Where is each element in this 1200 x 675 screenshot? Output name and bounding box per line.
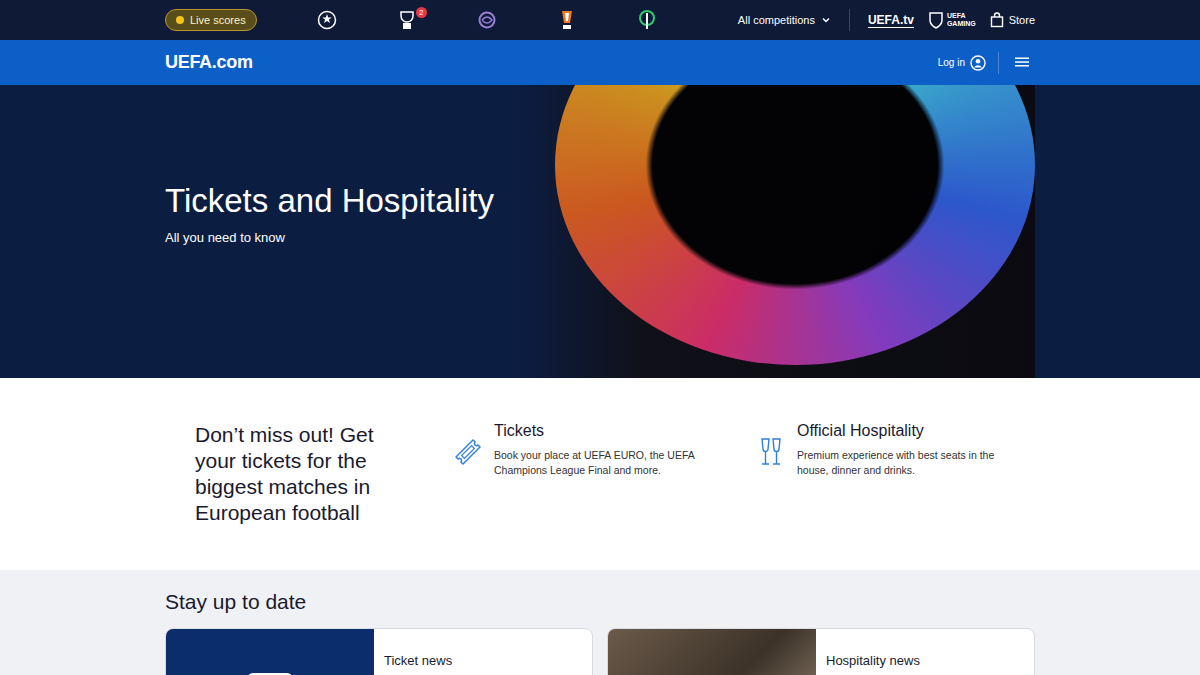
- live-dot-icon: [176, 16, 184, 24]
- promo-heading: Don’t miss out! Get your tickets for the…: [195, 422, 395, 526]
- shopping-bag-icon: [990, 12, 1004, 28]
- news-title: Stay up to date: [165, 590, 1035, 614]
- hamburger-icon: [1015, 56, 1029, 68]
- top-links: All competitions UEFA.tv UEFAGAMING Stor…: [738, 9, 1035, 31]
- competition-link[interactable]: [477, 9, 497, 31]
- uefa-logo[interactable]: UEFA.com: [165, 52, 253, 73]
- all-competitions-dropdown[interactable]: All competitions: [738, 14, 831, 26]
- hero-subtitle: All you need to know: [165, 230, 515, 245]
- chevron-down-icon: [821, 15, 831, 25]
- youth-league-icon: [397, 9, 417, 31]
- hero-title: Tickets and Hospitality: [165, 182, 515, 220]
- feature-link[interactable]: Tickets Book your place at UEFA EURO, th…: [452, 422, 755, 526]
- competition-list: 2: [317, 9, 657, 31]
- competition-link[interactable]: [637, 9, 657, 31]
- news-card[interactable]: Hospitality news: [607, 628, 1035, 675]
- ticket-icon: [452, 436, 484, 468]
- stadium-photo: [515, 85, 1035, 378]
- competition-link[interactable]: [317, 9, 337, 31]
- feature-link[interactable]: Official Hospitality Premium experience …: [755, 422, 1035, 526]
- feature-description: Premium experience with best seats in th…: [797, 448, 1002, 478]
- news-section: Stay up to date Ticket news Hospitality …: [0, 570, 1200, 675]
- uefa-tv-link[interactable]: UEFA.tv: [868, 13, 914, 28]
- competition-link[interactable]: [557, 9, 577, 31]
- page: Live scores 2 All competitions UEFA.tv U…: [0, 0, 1200, 675]
- europa-league-icon: [557, 9, 577, 31]
- starball-icon: [317, 10, 337, 30]
- top-bar: Live scores 2 All competitions UEFA.tv U…: [0, 0, 1200, 40]
- store-link[interactable]: Store: [990, 12, 1035, 28]
- separator: [849, 9, 850, 31]
- womens-league-icon: [477, 10, 497, 30]
- promo-section: Don’t miss out! Get your tickets for the…: [0, 378, 1200, 570]
- champagne-glasses-icon: [755, 436, 787, 468]
- feature-description: Book your place at UEFA EURO, the UEFA C…: [494, 448, 699, 478]
- conference-league-icon: [637, 9, 657, 31]
- live-scores-label: Live scores: [190, 14, 246, 26]
- feature-title: Official Hospitality: [797, 422, 1002, 440]
- shield-icon: [928, 11, 944, 29]
- competition-link[interactable]: 2: [397, 9, 417, 31]
- news-card[interactable]: Ticket news: [165, 628, 593, 675]
- nav-bar: UEFA.com Log in: [0, 40, 1200, 85]
- card-label: Hospitality news: [816, 629, 930, 668]
- login-button[interactable]: Log in: [938, 55, 986, 71]
- user-icon: [970, 55, 986, 71]
- ticket-graphic: [166, 629, 374, 675]
- live-scores-button[interactable]: Live scores: [165, 9, 257, 31]
- hero: Tickets and Hospitality All you need to …: [0, 85, 1200, 378]
- card-label: Ticket news: [374, 629, 462, 668]
- separator: [998, 52, 999, 74]
- notification-badge: 2: [416, 7, 427, 18]
- uefa-gaming-link[interactable]: UEFAGAMING: [928, 11, 976, 29]
- menu-button[interactable]: [1011, 50, 1033, 76]
- hospitality-photo: [608, 629, 816, 675]
- ticket-badge-icon: [225, 669, 315, 675]
- feature-title: Tickets: [494, 422, 699, 440]
